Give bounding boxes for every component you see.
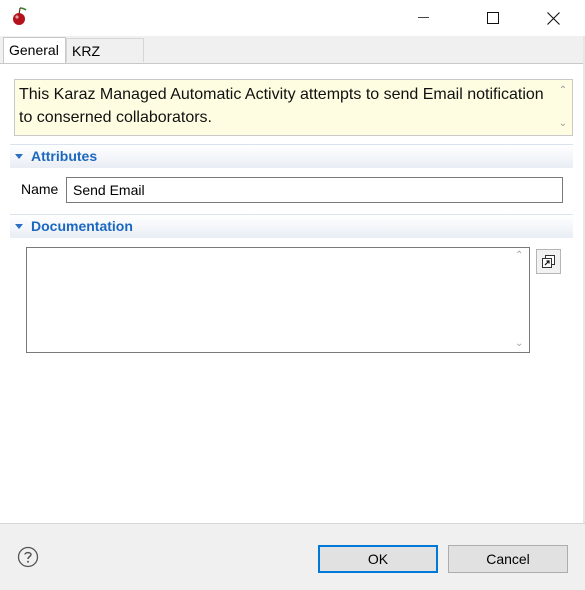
scroll-up-icon[interactable]: ⌃	[515, 251, 525, 261]
minimize-icon	[418, 17, 429, 18]
expand-triangle-icon	[15, 224, 23, 229]
maximize-icon	[487, 12, 499, 24]
open-documentation-editor-button[interactable]	[536, 249, 561, 274]
description-scroll-up-icon[interactable]: ⌃	[557, 86, 569, 96]
description-scroll-down-icon[interactable]: ⌄	[557, 119, 569, 129]
description-text: This Karaz Managed Automatic Activity at…	[19, 86, 544, 126]
tab-krz-email[interactable]: KRZ Email	[66, 38, 144, 83]
title-bar	[0, 0, 585, 36]
attributes-section-title: Attributes	[31, 148, 98, 164]
scroll-down-icon[interactable]: ⌄	[515, 339, 525, 349]
expand-triangle-icon	[15, 154, 23, 159]
open-editor-icon	[542, 255, 555, 268]
general-tab-content: This Karaz Managed Automatic Activity at…	[0, 64, 585, 524]
maximize-button[interactable]	[470, 0, 516, 36]
dialog-footer: OK Cancel	[0, 524, 585, 590]
help-icon[interactable]	[17, 546, 39, 568]
cancel-button[interactable]: Cancel	[448, 545, 568, 573]
cherry-app-icon	[13, 7, 27, 25]
close-icon	[546, 11, 560, 25]
documentation-scrollbar[interactable]: ⌃ ⌄	[512, 248, 529, 352]
documentation-section-header[interactable]: Documentation	[10, 214, 573, 238]
attributes-section-header[interactable]: Attributes	[10, 144, 573, 168]
documentation-textarea[interactable]: ⌃ ⌄	[26, 247, 530, 353]
close-button[interactable]	[530, 0, 576, 36]
documentation-section-title: Documentation	[31, 218, 133, 234]
name-label: Name	[21, 181, 59, 197]
minimize-button[interactable]	[401, 0, 447, 36]
ok-button[interactable]: OK	[318, 545, 438, 573]
tab-strip: General KRZ Email	[0, 36, 585, 83]
tab-general[interactable]: General	[3, 37, 66, 63]
description-box: This Karaz Managed Automatic Activity at…	[14, 79, 573, 136]
name-input[interactable]	[66, 177, 563, 203]
